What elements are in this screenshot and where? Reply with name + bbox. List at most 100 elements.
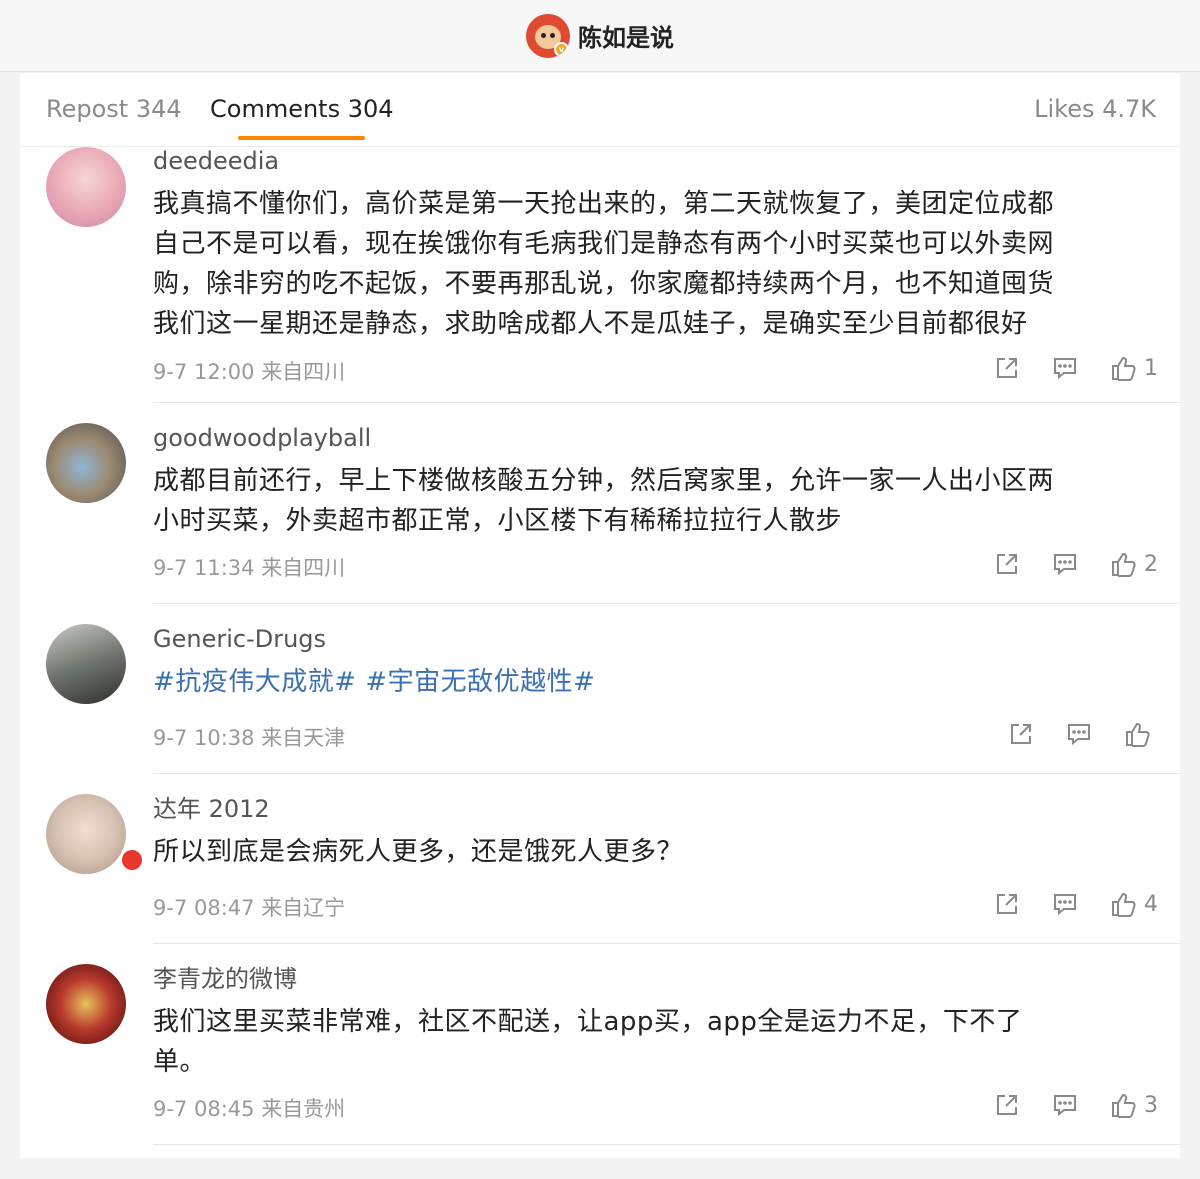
share-button[interactable] [1008, 721, 1034, 747]
share-button[interactable] [994, 891, 1020, 917]
comment-username[interactable]: deedeedia [153, 146, 1158, 176]
thumbs-up-icon [1112, 1093, 1136, 1118]
comment-text-line: 我们这里买菜非常难，社区不配送，让app买，app全是运力不足，下不了 [153, 1007, 1023, 1037]
comment-meta: 9-7 10:38 来自天津 [153, 722, 345, 752]
reply-button[interactable] [1066, 721, 1092, 747]
comment-time: 9-7 11:34 [153, 556, 255, 580]
comment-icon [1054, 894, 1076, 916]
tab-repost[interactable]: Repost 344 [46, 95, 182, 123]
comment-meta: 9-7 12:00 来自四川 [153, 356, 345, 386]
comment-actions [976, 720, 1158, 748]
comment-actions: 4 [962, 890, 1158, 918]
comment-text: 所以到底是会病死人更多，还是饿死人更多？ [153, 832, 1158, 872]
avatar-eye [550, 32, 555, 38]
share-icon [997, 1095, 1017, 1115]
comment-meta: 9-7 11:34 来自四川 [153, 552, 345, 582]
thumbs-up-icon [1112, 356, 1136, 381]
comment-time: 9-7 08:47 [153, 896, 255, 920]
comment-location: 来自四川 [261, 360, 346, 384]
comment-text-line: 单。 [153, 1047, 207, 1077]
comment-item: Generic-Drugs #抗疫伟大成就# #宇宙无敌优越性# 9-7 10:… [20, 604, 1180, 774]
divider [153, 1144, 1180, 1145]
comment-actions: 3 [962, 1091, 1158, 1119]
like-count: 4 [1144, 891, 1158, 917]
comment-text: 我真搞不懂你们，高价菜是第一天抢出来的，第二天就恢复了，美团定位成都 自己不是可… [153, 184, 1158, 344]
comment-text-line: 所以到底是会病死人更多，还是饿死人更多？ [153, 837, 684, 867]
like-button[interactable] [1124, 720, 1158, 748]
comment-item: goodwoodplayball 成都目前还行，早上下楼做核酸五分钟，然后窝家里… [20, 403, 1180, 604]
comment-text-line: 我真搞不懂你们，高价菜是第一天抢出来的，第二天就恢复了，美团定位成都 [153, 189, 1055, 219]
avatar-eye [541, 32, 546, 38]
share-button[interactable] [994, 355, 1020, 381]
share-icon [997, 894, 1017, 914]
tab-likes[interactable]: Likes 4.7K [1034, 95, 1156, 123]
comment-text: 我们这里买菜非常难，社区不配送，让app买，app全是运力不足，下不了 单。 [153, 1002, 1158, 1082]
account-title[interactable]: 陈如是说 [578, 18, 674, 53]
like-button[interactable]: 2 [1110, 550, 1158, 578]
top-bar: v 陈如是说 [0, 0, 1200, 72]
like-button[interactable]: 3 [1110, 1091, 1158, 1119]
avatar[interactable] [46, 147, 126, 227]
thumbs-up-icon [1112, 892, 1136, 917]
comment-text-line: 成都目前还行，早上下楼做核酸五分钟，然后窝家里，允许一家一人出小区两 [153, 466, 1055, 496]
comment-meta: 9-7 08:47 来自辽宁 [153, 892, 345, 922]
hashtag-link[interactable]: #宇宙无敌优越性# [365, 667, 595, 697]
comment-username[interactable]: 李青龙的微博 [153, 964, 1158, 994]
verified-badge-icon: v [554, 41, 569, 57]
avatar[interactable] [46, 423, 126, 503]
like-button[interactable]: 4 [1110, 890, 1158, 918]
comment-item: 李青龙的微博 我们这里买菜非常难，社区不配送，让app买，app全是运力不足，下… [20, 944, 1180, 1145]
thumbs-up-icon [1126, 722, 1150, 747]
comment-username[interactable]: 达年 2012 [153, 794, 1158, 824]
reply-button[interactable] [1052, 891, 1078, 917]
bottom-strip [0, 1158, 1200, 1179]
comment-item: 达年 2012 所以到底是会病死人更多，还是饿死人更多？ 9-7 08:47 来… [20, 774, 1180, 944]
comment-username[interactable]: Generic-Drugs [153, 624, 1158, 654]
comment-icon [1054, 358, 1076, 380]
avatar[interactable] [46, 624, 126, 704]
comment-text-line: 购，除非穷的吃不起饭，不要再那乱说，你家魔都持续两个月，也不知道囤货 [153, 269, 1055, 299]
comment-time: 9-7 10:38 [153, 726, 255, 750]
comments-card: Repost 344 Comments 304 Likes 4.7K deede… [20, 73, 1180, 1158]
share-icon [1011, 724, 1031, 744]
comment-icon [1054, 554, 1076, 576]
reply-button[interactable] [1052, 1092, 1078, 1118]
vip-badge-icon [120, 848, 144, 872]
comment-time: 9-7 08:45 [153, 1097, 255, 1121]
comment-location: 来自四川 [261, 556, 346, 580]
monkey-avatar-icon[interactable]: v [526, 13, 570, 58]
share-button[interactable] [994, 551, 1020, 577]
avatar[interactable] [46, 794, 126, 874]
comment-actions: 1 [962, 354, 1158, 382]
comment-text-line: 我们这一星期还是静态，求助啥成都人不是瓜娃子，是确实至少目前都很好 [153, 309, 1028, 339]
comment-location: 来自天津 [261, 726, 346, 750]
like-count: 3 [1144, 1092, 1158, 1118]
share-icon [997, 358, 1017, 378]
comment-meta: 9-7 08:45 来自贵州 [153, 1093, 345, 1123]
avatar[interactable] [46, 964, 126, 1044]
active-tab-indicator [238, 136, 365, 140]
comment-icon [1054, 1095, 1076, 1117]
like-count: 2 [1144, 551, 1158, 577]
reply-button[interactable] [1052, 551, 1078, 577]
comment-location: 来自贵州 [261, 1097, 346, 1121]
comment-username[interactable]: goodwoodplayball [153, 423, 1158, 453]
tab-bar: Repost 344 Comments 304 Likes 4.7K [20, 73, 1180, 147]
comment-location: 来自辽宁 [261, 896, 346, 920]
like-button[interactable]: 1 [1110, 354, 1158, 382]
comment-text: 成都目前还行，早上下楼做核酸五分钟，然后窝家里，允许一家一人出小区两 小时买菜，… [153, 461, 1158, 541]
comment-item: deedeedia 我真搞不懂你们，高价菜是第一天抢出来的，第二天就恢复了，美团… [20, 147, 1180, 403]
comment-icon [1068, 724, 1090, 746]
reply-button[interactable] [1052, 355, 1078, 381]
comment-text-line: 自己不是可以看，现在挨饿你有毛病我们是静态有两个小时买菜也可以外卖网 [153, 229, 1055, 259]
like-count: 1 [1144, 355, 1158, 381]
share-icon [997, 554, 1017, 574]
tab-comments[interactable]: Comments 304 [210, 95, 394, 123]
hashtag-link[interactable]: #抗疫伟大成就# [153, 667, 357, 697]
comment-text: #抗疫伟大成就# #宇宙无敌优越性# [153, 662, 1158, 702]
comment-text-line: 小时买菜，外卖超市都正常，小区楼下有稀稀拉拉行人散步 [153, 506, 843, 536]
comment-time: 9-7 12:00 [153, 360, 255, 384]
thumbs-up-icon [1112, 552, 1136, 577]
comment-actions: 2 [962, 550, 1158, 578]
share-button[interactable] [994, 1092, 1020, 1118]
